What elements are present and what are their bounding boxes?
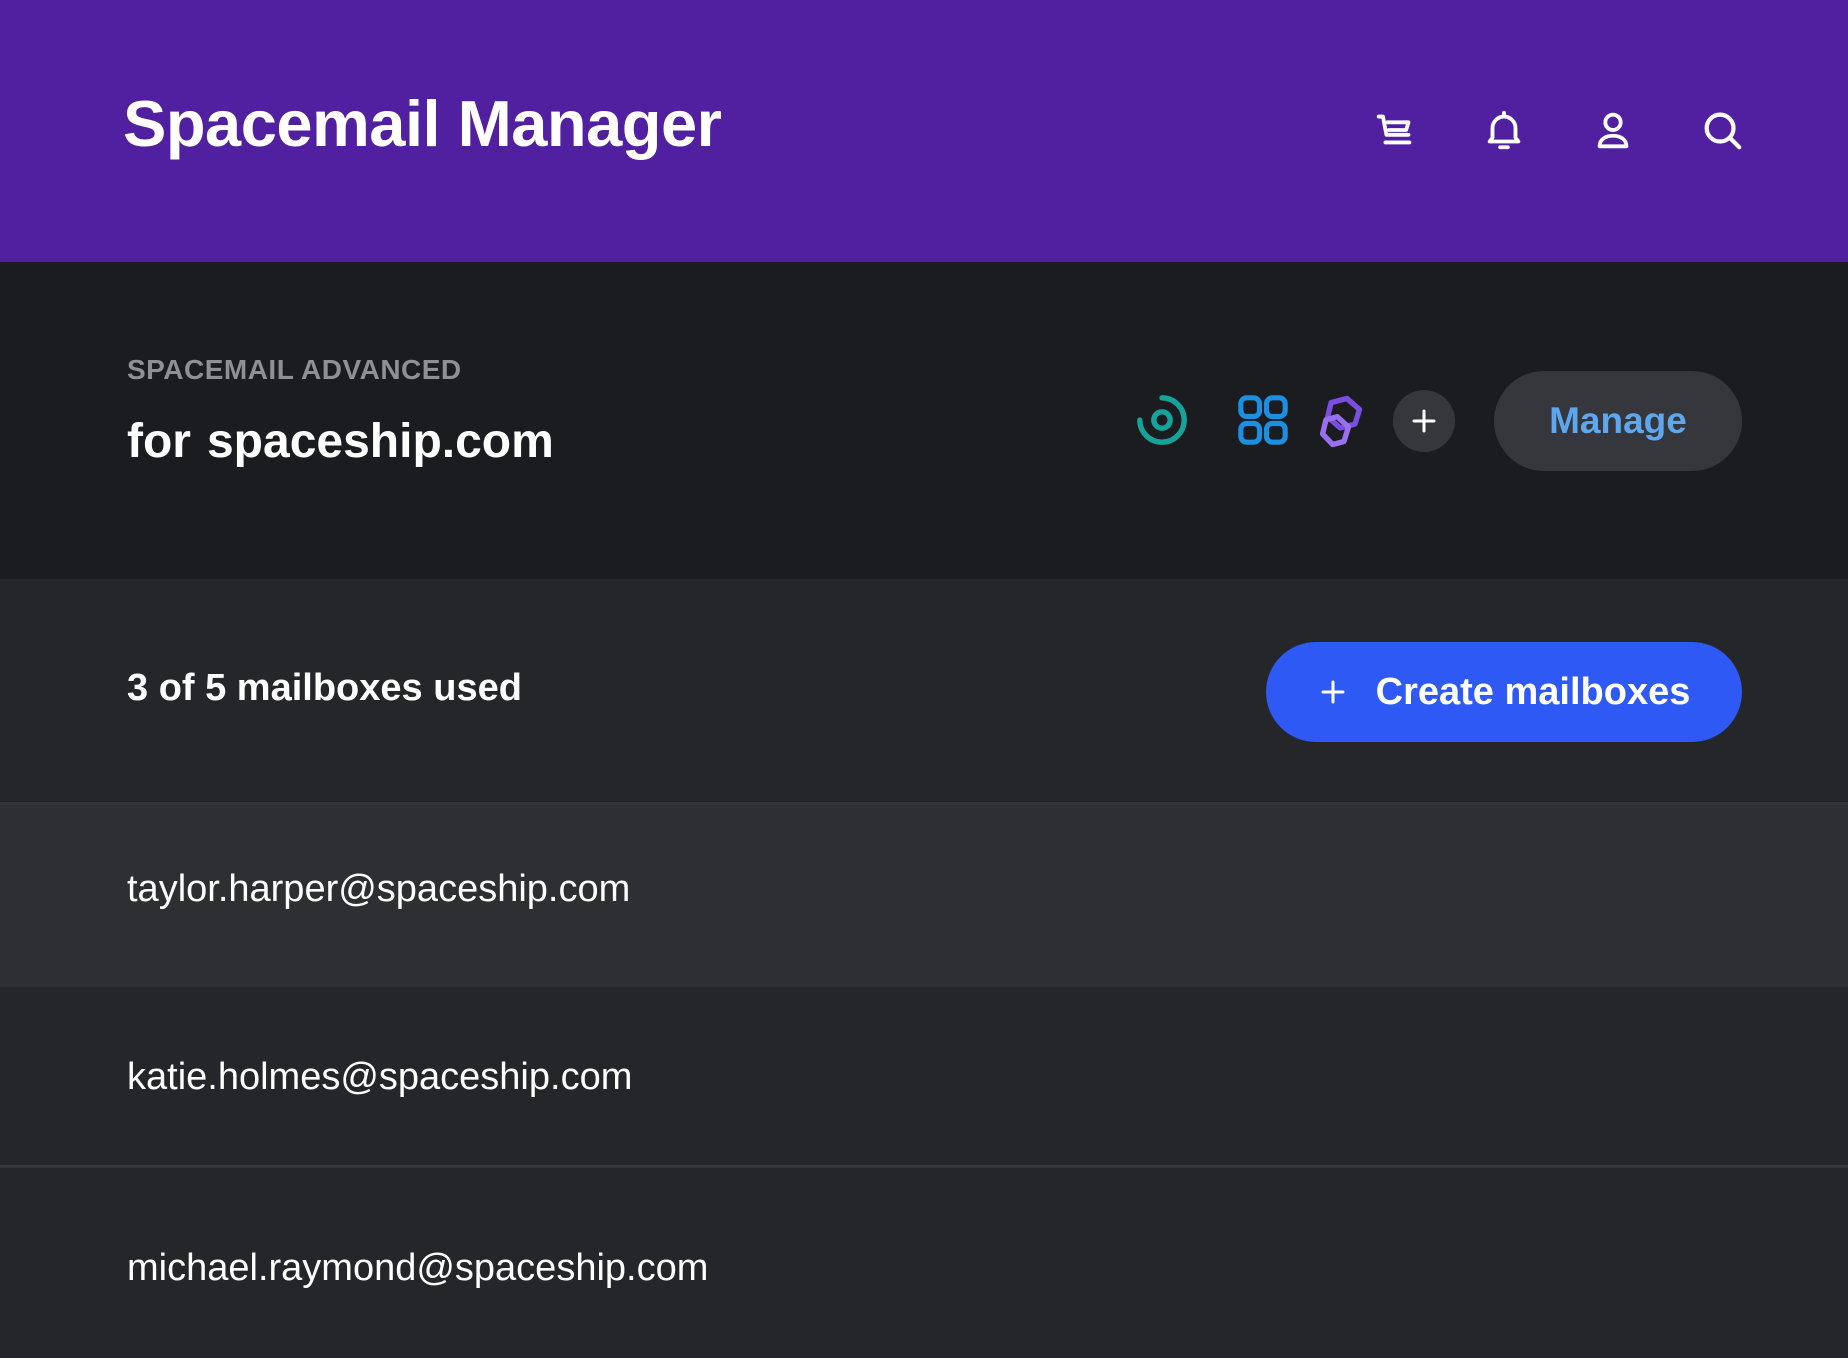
mailbox-row[interactable]: michael.raymond@spaceship.com [0,1168,1848,1358]
spacemail-app-icon[interactable] [1132,390,1192,450]
top-header: Spacemail Manager [0,0,1848,262]
plus-icon [1412,409,1436,433]
domain-name: spaceship.com [206,415,554,468]
mailbox-email: michael.raymond@spaceship.com [127,1247,709,1289]
mailbox-email: katie.holmes@spaceship.com [127,1056,633,1098]
bell-icon[interactable] [1474,100,1534,160]
app-title: Spacemail Manager [123,87,722,160]
mailbox-usage-text: 3 of 5 mailboxes used [127,667,522,709]
for-label: for [127,415,191,468]
mailbox-email: taylor.harper@spaceship.com [127,868,631,910]
search-icon[interactable] [1692,100,1752,160]
user-icon[interactable] [1583,100,1643,160]
apps-grid-icon[interactable] [1233,390,1293,450]
plan-domain: for spaceship.com [127,414,554,469]
usage-section: 3 of 5 mailboxes used Create mailboxes [0,579,1848,802]
mailbox-row[interactable]: taylor.harper@spaceship.com [0,805,1848,987]
link-app-icon[interactable] [1313,390,1373,450]
add-app-button[interactable] [1393,390,1455,452]
mailbox-row[interactable]: katie.holmes@spaceship.com [0,987,1848,1165]
plan-section: SPACEMAIL ADVANCED for spaceship.com Mana… [0,262,1848,579]
manage-button[interactable]: Manage [1494,371,1742,471]
plan-label: SPACEMAIL ADVANCED [127,354,462,385]
create-mailboxes-button[interactable]: Create mailboxes [1266,642,1742,742]
create-mailboxes-label: Create mailboxes [1375,670,1691,713]
cart-icon[interactable] [1366,100,1426,160]
plus-icon [1321,680,1345,704]
